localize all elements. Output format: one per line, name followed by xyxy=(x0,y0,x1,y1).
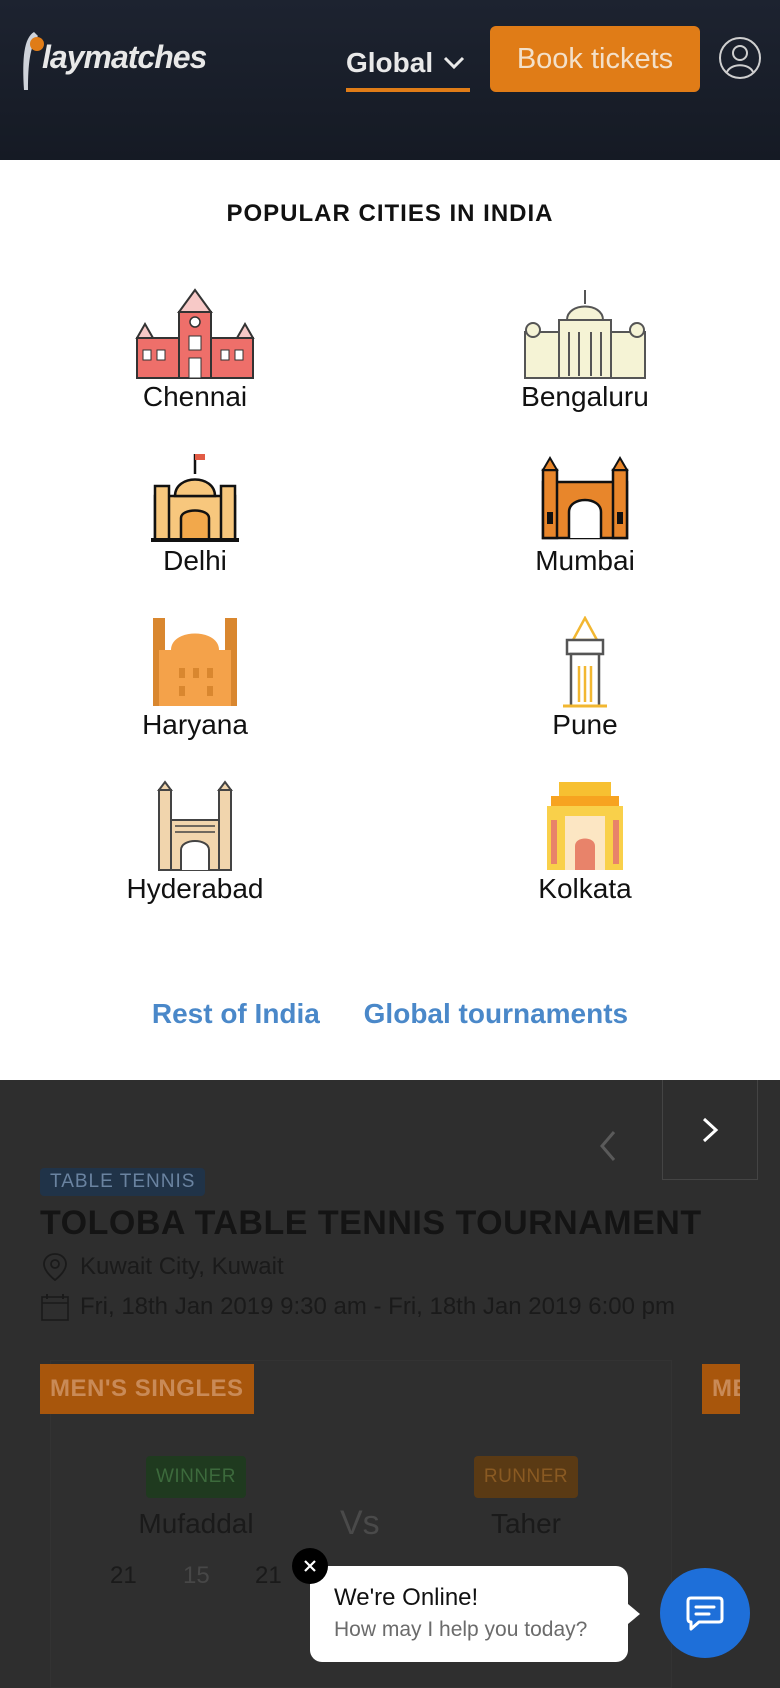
city-name: Chennai xyxy=(142,381,248,412)
chat-subtext: How may I help you today? xyxy=(334,1618,588,1641)
tournament-title[interactable]: TOLOBA TABLE TENNIS TOURNAMENT xyxy=(40,1204,702,1243)
tournament-date: Fri, 18th Jan 2019 9:30 am - Fri, 18th J… xyxy=(40,1292,675,1322)
chat-icon xyxy=(686,1596,724,1631)
city-mumbai[interactable]: Mumbai xyxy=(465,452,705,578)
city-hyderabad[interactable]: Hyderabad xyxy=(75,780,315,906)
haryana-monument-icon xyxy=(153,618,237,706)
score-set-1: 21 xyxy=(110,1562,137,1589)
date-text: Fri, 18th Jan 2019 9:30 am - Fri, 18th J… xyxy=(80,1293,676,1320)
city-pune[interactable]: Pune xyxy=(465,616,705,742)
chat-greeting-bubble[interactable]: We're Online! How may I help you today? xyxy=(310,1566,640,1662)
chat-close-button[interactable] xyxy=(292,1548,328,1584)
chevron-down-icon xyxy=(444,56,465,70)
city-name: Bengaluru xyxy=(521,381,649,412)
city-name: Delhi xyxy=(163,545,227,576)
city-chennai[interactable]: Chennai xyxy=(75,288,315,414)
carousel-next-button[interactable] xyxy=(662,1080,758,1180)
playmatches-logo[interactable]: laymatches xyxy=(20,28,207,94)
region-label: Global xyxy=(346,47,434,78)
top-header: laymatches Global Book tickets xyxy=(0,0,780,160)
city-picker-modal: POPULAR CITIES IN INDIA Chennai Bengalur… xyxy=(0,160,780,1080)
category-tag-next: ME xyxy=(702,1364,740,1414)
winner-name: Mufaddal xyxy=(138,1508,254,1539)
calendar-icon xyxy=(41,1294,69,1321)
city-bengaluru[interactable]: Bengaluru xyxy=(465,288,705,414)
modal-title: POPULAR CITIES IN INDIA xyxy=(226,200,554,227)
jama-masjid-icon xyxy=(151,454,239,542)
winner-badge: WINNER xyxy=(146,1456,246,1498)
chevron-right-icon xyxy=(702,1117,719,1142)
location-pin-icon xyxy=(43,1253,67,1282)
book-tickets-button[interactable]: Book tickets xyxy=(490,26,700,92)
city-name: Haryana xyxy=(142,709,248,740)
score-set-3: 21 xyxy=(255,1562,282,1589)
logo-p-mark-icon xyxy=(23,32,44,90)
city-delhi[interactable]: Delhi xyxy=(75,452,315,578)
carousel-prev-icon[interactable] xyxy=(590,1116,626,1176)
sport-tag: TABLE TENNIS xyxy=(40,1168,206,1196)
rest-of-india-link[interactable]: Rest of India xyxy=(152,998,320,1030)
chat-heading: We're Online! xyxy=(334,1584,479,1611)
category-tag: MEN'S SINGLES xyxy=(40,1364,254,1414)
location-text: Kuwait City, Kuwait xyxy=(80,1253,284,1280)
chennai-central-icon xyxy=(135,288,255,379)
city-kolkata[interactable]: Kolkata xyxy=(465,780,705,906)
global-tournaments-link[interactable]: Global tournaments xyxy=(364,998,628,1030)
city-haryana[interactable]: Haryana xyxy=(75,616,315,742)
city-name: Kolkata xyxy=(538,873,632,904)
city-name: Hyderabad xyxy=(126,873,264,904)
chat-launcher-button[interactable] xyxy=(660,1568,750,1658)
close-icon xyxy=(304,1560,316,1572)
city-name: Mumbai xyxy=(535,545,635,576)
runner-badge: RUNNER xyxy=(474,1456,578,1498)
gateway-of-india-icon xyxy=(541,456,629,540)
logo-text: laymatches xyxy=(42,39,207,75)
runner-name: Taher xyxy=(490,1508,562,1539)
score-set-2: 15 xyxy=(183,1562,210,1589)
india-gate-icon xyxy=(547,782,623,870)
charminar-icon xyxy=(157,780,233,871)
modal-links: Rest of India Global tournaments xyxy=(0,998,780,1030)
region-selector[interactable]: Global xyxy=(346,38,470,92)
city-name: Pune xyxy=(552,709,618,740)
user-profile-icon[interactable] xyxy=(718,36,762,80)
pune-tower-icon xyxy=(563,616,607,708)
vidhana-soudha-icon xyxy=(524,290,646,379)
tournament-location: Kuwait City, Kuwait xyxy=(40,1252,284,1282)
versus-label: Vs xyxy=(340,1504,380,1542)
